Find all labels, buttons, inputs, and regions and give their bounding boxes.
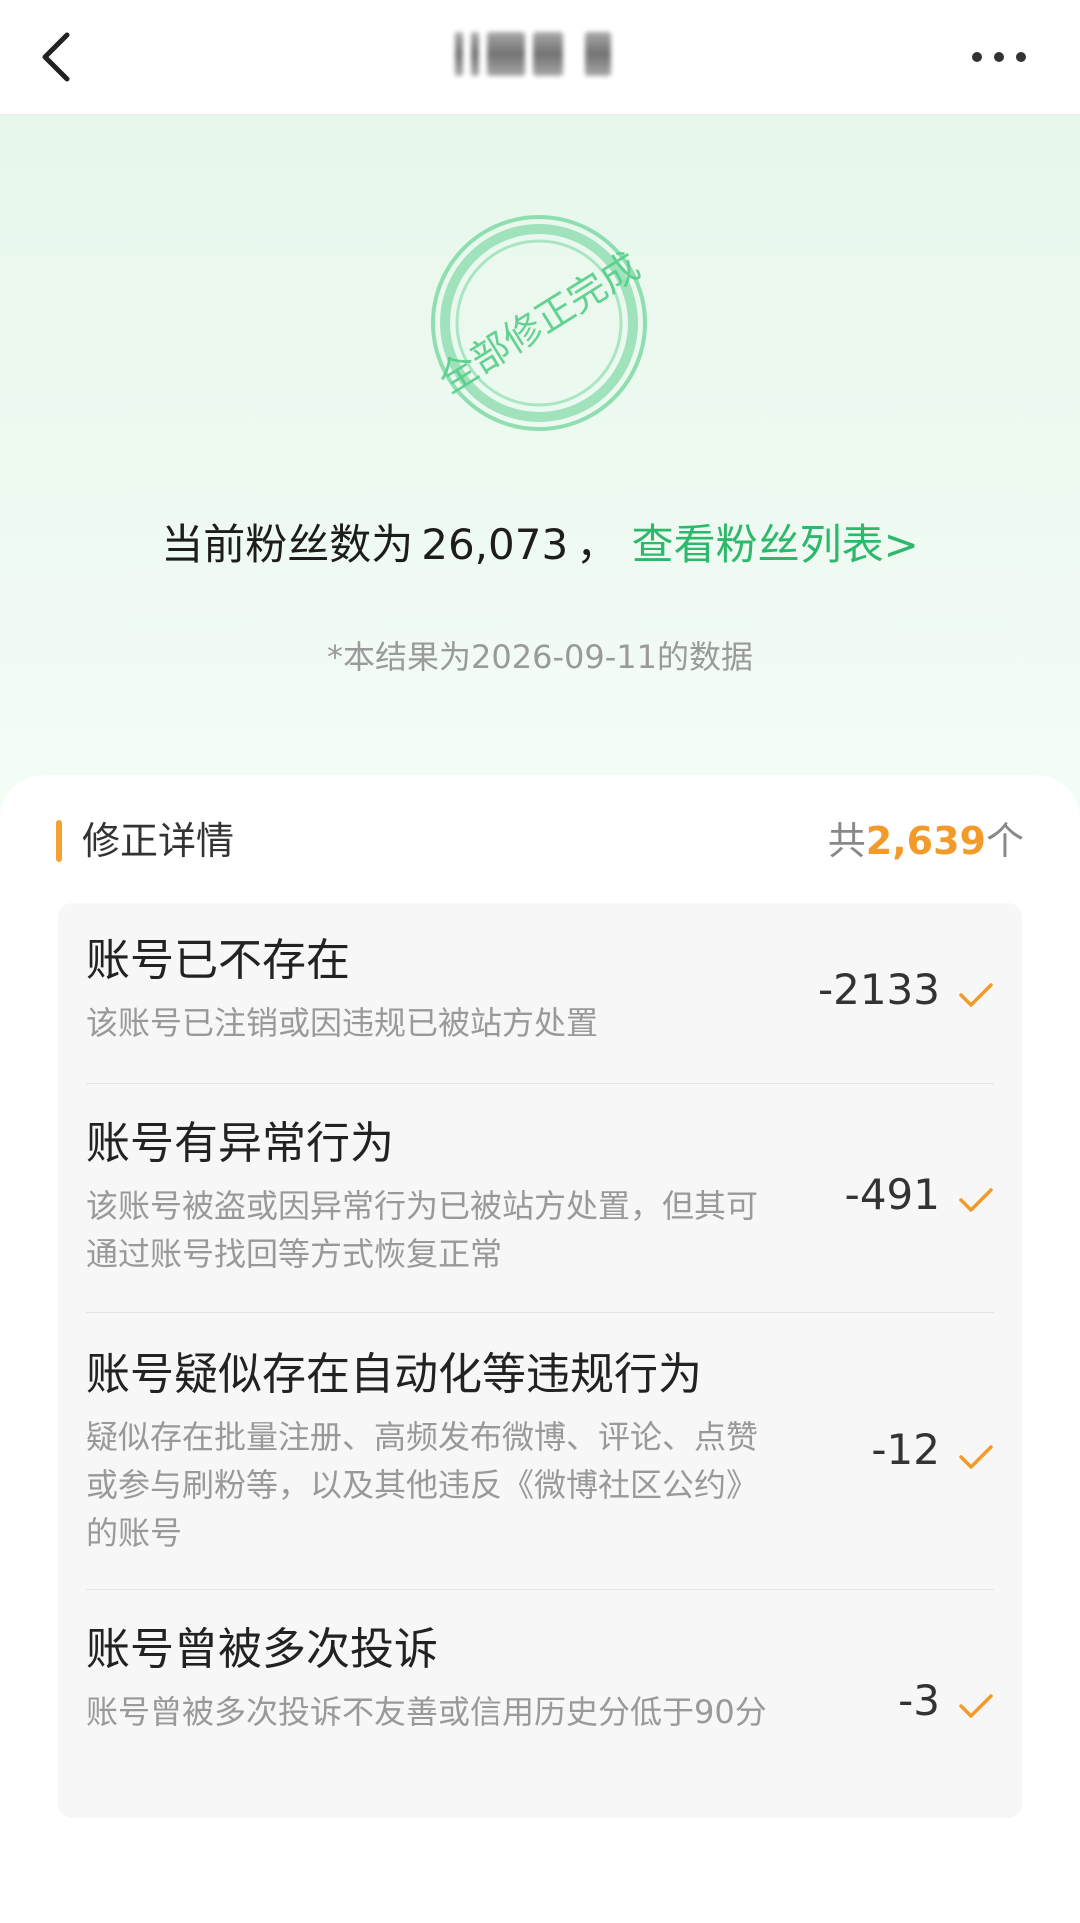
correction-list: 账号已不存在 该账号已注销或因违规已被站方处置 -2133 账号有异常行为 该账… <box>58 903 1022 1818</box>
more-horizontal-icon <box>972 52 982 62</box>
total-suffix: 个 <box>985 819 1024 863</box>
check-icon <box>959 983 993 1007</box>
item-value: -2133 <box>817 965 940 1014</box>
list-item: 账号有异常行为 该账号被盗或因异常行为已被站方处置，但其可通过账号找回等方式恢复… <box>86 1084 994 1313</box>
blurred-title-segment <box>585 32 611 76</box>
item-value: -12 <box>871 1425 940 1474</box>
back-button[interactable] <box>22 22 92 92</box>
chevron-left-icon <box>42 32 70 82</box>
blurred-title <box>455 30 630 78</box>
total-count: 共2,639个 <box>828 811 1024 871</box>
correction-details-card: 修正详情 共2,639个 账号已不存在 该账号已注销或因违规已被站方处置 -21… <box>0 775 1080 1923</box>
check-icon <box>959 1694 993 1718</box>
view-fans-list-link[interactable]: 查看粉丝列表> <box>632 520 919 569</box>
section-accent-bar <box>56 820 62 862</box>
item-description: 账号曾被多次投诉不友善或信用历史分低于90分 <box>86 1693 767 1731</box>
item-title: 账号有异常行为 <box>86 1118 394 1169</box>
check-icon <box>959 1188 993 1212</box>
blurred-title-segment <box>471 32 479 76</box>
more-options-button[interactable] <box>954 30 1044 84</box>
blurred-title-segment <box>487 32 525 76</box>
item-description: 该账号已注销或因违规已被站方处置 <box>86 1004 599 1042</box>
fans-count-line: 当前粉丝数为 26,073， 查看粉丝列表> <box>0 515 1080 575</box>
more-horizontal-icon <box>1016 52 1026 62</box>
blurred-title-segment <box>455 32 463 76</box>
fans-count: 26,073 <box>421 520 569 569</box>
more-horizontal-icon <box>994 52 1004 62</box>
navigation-bar <box>0 0 1080 115</box>
fans-separator: ， <box>576 520 619 569</box>
item-description: 该账号被盗或因异常行为已被站方处置，但其可通过账号找回等方式恢复正常 <box>86 1187 759 1273</box>
page: 全部修正完成 当前粉丝数为 26,073， 查看粉丝列表> *本结果为2026-0… <box>0 0 1080 1923</box>
item-title: 账号曾被多次投诉 <box>86 1624 438 1675</box>
total-prefix: 共 <box>827 819 866 863</box>
list-item: 账号已不存在 该账号已注销或因违规已被站方处置 -2133 <box>86 903 994 1084</box>
fans-label: 当前粉丝数为 <box>161 520 414 569</box>
item-title: 账号疑似存在自动化等违规行为 <box>86 1349 702 1400</box>
section-title: 修正详情 <box>82 819 235 863</box>
item-value: -3 <box>898 1676 940 1725</box>
completion-stamp: 全部修正完成 <box>431 215 647 431</box>
item-value: -491 <box>844 1170 940 1219</box>
data-date-note: *本结果为2026-09-11的数据 <box>327 638 753 676</box>
total-number: 2,639 <box>865 819 986 863</box>
list-item: 账号曾被多次投诉 账号曾被多次投诉不友善或信用历史分低于90分 -3 <box>86 1590 994 1818</box>
check-icon <box>959 1445 993 1469</box>
blurred-title-segment <box>533 32 563 76</box>
item-description: 疑似存在批量注册、高频发布微博、评论、点赞或参与刷粉等，以及其他违反《微博社区公… <box>86 1418 759 1552</box>
list-item: 账号疑似存在自动化等违规行为 疑似存在批量注册、高频发布微博、评论、点赞或参与刷… <box>86 1313 994 1590</box>
